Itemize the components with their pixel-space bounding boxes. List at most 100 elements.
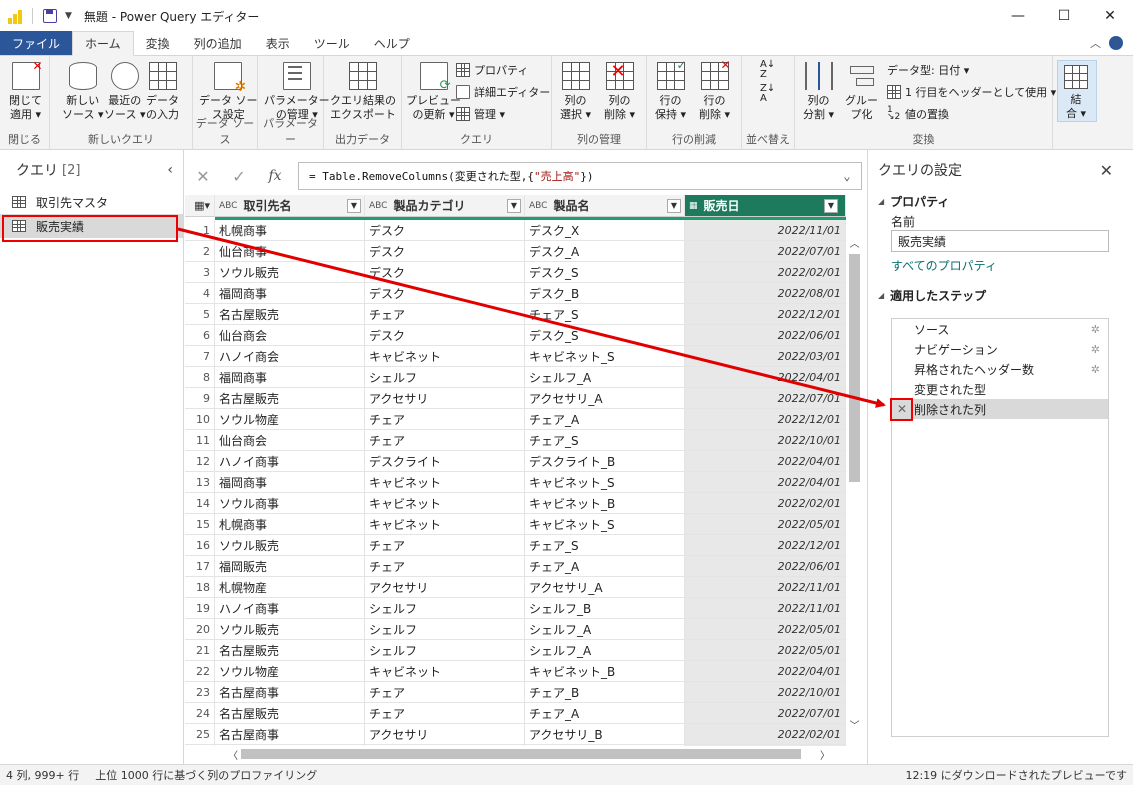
cell-customer[interactable]: ソウル販売 bbox=[215, 619, 365, 640]
cell-sales-date[interactable]: 2022/05/01 bbox=[685, 514, 846, 535]
cell-sales-date[interactable]: 2022/10/01 bbox=[685, 430, 846, 451]
row-number[interactable]: 23 bbox=[185, 682, 215, 703]
cell-sales-date[interactable]: 2022/07/01 bbox=[685, 241, 846, 262]
step-gear-icon[interactable]: ✲ bbox=[1091, 343, 1100, 356]
row-number[interactable]: 11 bbox=[185, 430, 215, 451]
cell-category[interactable]: アクセサリ bbox=[365, 724, 525, 745]
cell-category[interactable]: チェア bbox=[365, 409, 525, 430]
replace-values-button[interactable]: 1 ↘2 値の置換 bbox=[887, 104, 949, 124]
cell-customer[interactable]: 札幌商事 bbox=[215, 514, 365, 535]
vertical-scrollbar[interactable]: ︿ ﹀ bbox=[846, 232, 863, 746]
cell-sales-date[interactable]: 2022/04/01 bbox=[685, 451, 846, 472]
row-number[interactable]: 12 bbox=[185, 451, 215, 472]
cell-sales-date[interactable]: 2022/04/01 bbox=[685, 367, 846, 388]
split-column-button[interactable]: 列の 分割 ▾ bbox=[803, 62, 834, 122]
cell-product[interactable]: デスク_S bbox=[525, 325, 685, 346]
table-row[interactable]: 13 福岡商事 キャビネット キャビネット_S 2022/04/01 bbox=[185, 472, 846, 493]
choose-columns-button[interactable]: 列の 選択 ▾ bbox=[560, 62, 591, 122]
cell-sales-date[interactable]: 2022/12/01 bbox=[685, 304, 846, 325]
table-row[interactable]: 25 名古屋商事 アクセサリ アクセサリ_B 2022/02/01 bbox=[185, 724, 846, 745]
cell-sales-date[interactable]: 2022/03/01 bbox=[685, 346, 846, 367]
table-row[interactable]: 22 ソウル物産 キャビネット キャビネット_B 2022/04/01 bbox=[185, 661, 846, 682]
table-row[interactable]: 24 名古屋販売 チェア チェア_A 2022/07/01 bbox=[185, 703, 846, 724]
cell-customer[interactable]: 名古屋販売 bbox=[215, 703, 365, 724]
row-number[interactable]: 15 bbox=[185, 514, 215, 535]
status-profiling[interactable]: 上位 1000 行に基づく列のプロファイリング bbox=[95, 767, 317, 783]
cell-sales-date[interactable]: 2022/07/01 bbox=[685, 703, 846, 724]
quick-access-dropdown-icon[interactable]: ▼ bbox=[65, 11, 72, 21]
row-number[interactable]: 3 bbox=[185, 262, 215, 283]
filter-dropdown-icon[interactable]: ▼ bbox=[824, 198, 838, 213]
horizontal-scroll-thumb[interactable] bbox=[241, 749, 801, 759]
formula-input[interactable]: = Table.RemoveColumns(変更された型,{"売上高"}) ⌄ bbox=[298, 162, 862, 190]
cell-category[interactable]: チェア bbox=[365, 430, 525, 451]
row-number[interactable]: 1 bbox=[185, 220, 215, 241]
maximize-button[interactable]: ☐ bbox=[1041, 0, 1087, 32]
tab-home[interactable]: ホーム bbox=[72, 31, 134, 56]
tab-view[interactable]: 表示 bbox=[254, 31, 302, 55]
cell-customer[interactable]: ハノイ商事 bbox=[215, 451, 365, 472]
tab-transform[interactable]: 変換 bbox=[134, 31, 182, 55]
collapse-ribbon-icon[interactable]: ︿ bbox=[1090, 35, 1101, 51]
table-row[interactable]: 20 ソウル販売 シェルフ シェルフ_A 2022/05/01 bbox=[185, 619, 846, 640]
table-row[interactable]: 5 名古屋販売 チェア チェア_S 2022/12/01 bbox=[185, 304, 846, 325]
cell-category[interactable]: キャビネット bbox=[365, 661, 525, 682]
table-row[interactable]: 21 名古屋販売 シェルフ シェルフ_A 2022/05/01 bbox=[185, 640, 846, 661]
row-number[interactable]: 10 bbox=[185, 409, 215, 430]
cell-product[interactable]: キャビネット_S bbox=[525, 514, 685, 535]
cell-sales-date[interactable]: 2022/02/01 bbox=[685, 262, 846, 283]
expand-formula-icon[interactable]: ⌄ bbox=[833, 169, 861, 183]
cell-product[interactable]: チェア_S bbox=[525, 535, 685, 556]
table-row[interactable]: 6 仙台商会 デスク デスク_S 2022/06/01 bbox=[185, 325, 846, 346]
step-gear-icon[interactable]: ✲ bbox=[1091, 363, 1100, 376]
table-row[interactable]: 2 仙台商事 デスク デスク_A 2022/07/01 bbox=[185, 241, 846, 262]
cell-customer[interactable]: ソウル物産 bbox=[215, 409, 365, 430]
cell-product[interactable]: デスク_X bbox=[525, 220, 685, 241]
table-row[interactable]: 17 福岡販売 チェア チェア_A 2022/06/01 bbox=[185, 556, 846, 577]
cell-customer[interactable]: ハノイ商事 bbox=[215, 598, 365, 619]
filter-dropdown-icon[interactable]: ▼ bbox=[667, 198, 681, 213]
cell-customer[interactable]: 名古屋販売 bbox=[215, 304, 365, 325]
cell-customer[interactable]: ソウル販売 bbox=[215, 262, 365, 283]
row-number[interactable]: 20 bbox=[185, 619, 215, 640]
table-row[interactable]: 9 名古屋販売 アクセサリ アクセサリ_A 2022/07/01 bbox=[185, 388, 846, 409]
cell-category[interactable]: シェルフ bbox=[365, 367, 525, 388]
cell-sales-date[interactable]: 2022/10/01 bbox=[685, 682, 846, 703]
help-icon[interactable]: ? bbox=[1109, 36, 1123, 50]
table-row[interactable]: 11 仙台商会 チェア チェア_S 2022/10/01 bbox=[185, 430, 846, 451]
row-number[interactable]: 16 bbox=[185, 535, 215, 556]
save-icon[interactable] bbox=[43, 9, 57, 23]
delete-step-icon[interactable]: ✕ bbox=[897, 402, 907, 416]
close-settings-icon[interactable]: ✕ bbox=[1100, 161, 1113, 180]
row-number[interactable]: 5 bbox=[185, 304, 215, 325]
cell-category[interactable]: チェア bbox=[365, 682, 525, 703]
cell-sales-date[interactable]: 2022/04/01 bbox=[685, 472, 846, 493]
cell-customer[interactable]: 福岡商事 bbox=[215, 472, 365, 493]
query-item-customer-master[interactable]: 取引先マスタ bbox=[0, 190, 183, 214]
manage-params-button[interactable]: パラメーター の管理 ▾ bbox=[264, 62, 330, 122]
table-row[interactable]: 23 名古屋商事 チェア チェア_B 2022/10/01 bbox=[185, 682, 846, 703]
table-row[interactable]: 8 福岡商事 シェルフ シェルフ_A 2022/04/01 bbox=[185, 367, 846, 388]
table-row[interactable]: 12 ハノイ商事 デスクライト デスクライト_B 2022/04/01 bbox=[185, 451, 846, 472]
cell-product[interactable]: キャビネット_B bbox=[525, 661, 685, 682]
group-by-button[interactable]: グルー プ化 bbox=[845, 62, 878, 122]
cell-product[interactable]: シェルフ_A bbox=[525, 367, 685, 388]
cell-category[interactable]: アクセサリ bbox=[365, 388, 525, 409]
cell-category[interactable]: チェア bbox=[365, 304, 525, 325]
cell-category[interactable]: キャビネット bbox=[365, 472, 525, 493]
filter-dropdown-icon[interactable]: ▼ bbox=[347, 198, 361, 213]
table-row[interactable]: 19 ハノイ商事 シェルフ シェルフ_B 2022/11/01 bbox=[185, 598, 846, 619]
row-number[interactable]: 6 bbox=[185, 325, 215, 346]
cell-sales-date[interactable]: 2022/02/01 bbox=[685, 493, 846, 514]
table-row[interactable]: 18 札幌物産 アクセサリ アクセサリ_A 2022/11/01 bbox=[185, 577, 846, 598]
cell-sales-date[interactable]: 2022/05/01 bbox=[685, 619, 846, 640]
remove-rows-button[interactable]: ✕ 行の 削除 ▾ bbox=[699, 58, 731, 122]
column-header-customer[interactable]: ABC 取引先名 ▼ bbox=[215, 195, 365, 217]
cell-customer[interactable]: 福岡商事 bbox=[215, 283, 365, 304]
text-type-icon[interactable]: ABC bbox=[369, 201, 387, 211]
cell-product[interactable]: シェルフ_B bbox=[525, 598, 685, 619]
column-header-category[interactable]: ABC 製品カテゴリ ▼ bbox=[365, 195, 525, 217]
cell-category[interactable]: デスク bbox=[365, 220, 525, 241]
cell-product[interactable]: デスクライト_B bbox=[525, 451, 685, 472]
step-promoted-headers[interactable]: 昇格されたヘッダー数 ✲ bbox=[892, 359, 1108, 379]
